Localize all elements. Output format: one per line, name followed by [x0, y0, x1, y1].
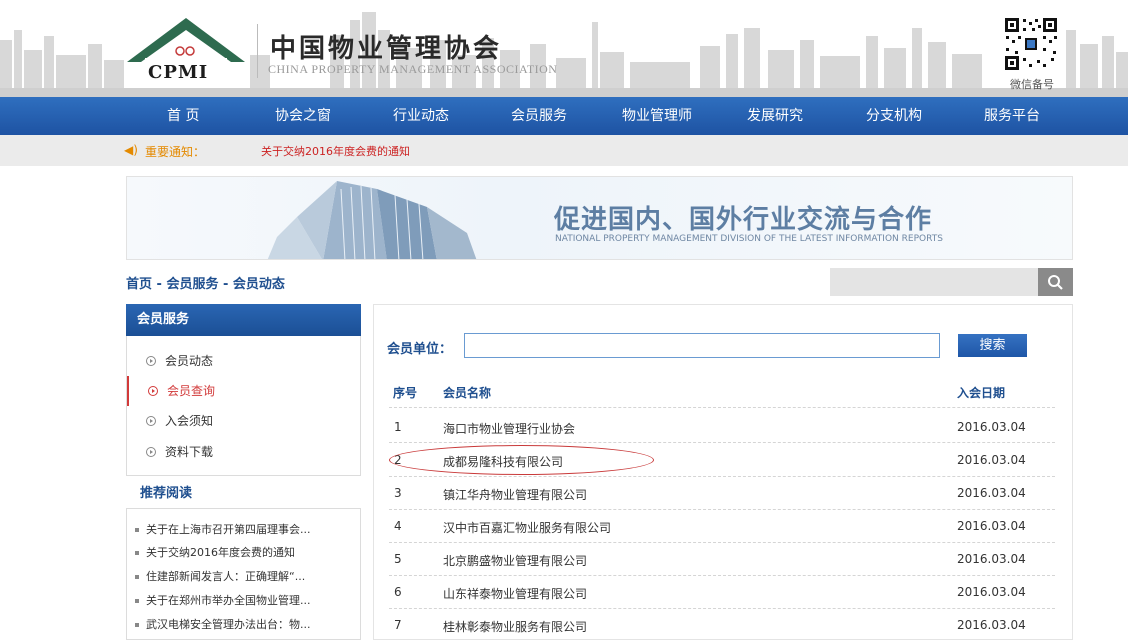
row-divider [389, 442, 1055, 443]
row-divider [389, 542, 1055, 543]
sidebar-item-member-search[interactable]: 会员查询 [127, 376, 360, 406]
nav-item-member-services[interactable]: 会员服务 [511, 97, 567, 135]
reading-item[interactable]: 住建部新闻发言人：正确理解“... [135, 568, 305, 584]
site-title: 中国物业管理协会 [270, 34, 503, 64]
reading-item[interactable]: 武汉电梯安全管理办法出台：物... [135, 616, 311, 632]
nav-item-branches[interactable]: 分支机构 [866, 97, 922, 135]
notice-label: 重要通知： [145, 145, 206, 159]
sidebar-item-label: 会员查询 [167, 384, 216, 398]
bullet-icon [135, 599, 139, 603]
bullet-icon [135, 575, 139, 579]
row-no: 6 [394, 585, 402, 599]
row-date: 2016.03.04 [957, 453, 1026, 467]
column-header-name: 会员名称 [443, 386, 492, 400]
breadcrumb[interactable]: 首页 - 会员服务 - 会员动态 [126, 273, 285, 292]
logo-text: CPMI [148, 62, 209, 83]
notice-link[interactable]: 关于交纳2016年度会费的通知 [261, 143, 410, 159]
row-divider [389, 509, 1055, 510]
arrow-circle-icon [148, 386, 158, 396]
reading-item[interactable]: 关于在郑州市举办全国物业管理... [135, 592, 311, 608]
row-date: 2016.03.04 [957, 420, 1026, 434]
row-name[interactable]: 海口市物业管理行业协会 [443, 420, 575, 437]
row-no: 1 [394, 420, 402, 434]
site-search-input[interactable] [830, 268, 1038, 296]
site-header: CPMI 中国物业管理协会 CHINA PROPERTY MANAGEMENT … [0, 0, 1128, 97]
header-divider [257, 24, 258, 78]
banner: 促进国内、国外行业交流与合作 NATIONAL PROPERTY MANAGEM… [126, 176, 1073, 260]
bullet-icon [135, 551, 139, 555]
row-name[interactable]: 汉中市百嘉汇物业服务有限公司 [443, 519, 611, 536]
row-name[interactable]: 镇江华舟物业管理有限公司 [443, 486, 587, 503]
search-icon [1048, 275, 1063, 290]
site-subtitle: CHINA PROPERTY MANAGEMENT ASSOCIATION [268, 62, 558, 76]
row-name[interactable]: 北京鹏盛物业管理有限公司 [443, 552, 587, 569]
search-button[interactable]: 搜索 [958, 334, 1027, 357]
banner-title: 促进国内、国外行业交流与合作 [554, 205, 933, 235]
sidebar-item-label: 会员动态 [165, 354, 214, 368]
sidebar-item-join-guide[interactable]: 入会须知 [127, 406, 360, 436]
arrow-circle-icon [146, 416, 156, 426]
row-divider [389, 575, 1055, 576]
row-divider [389, 608, 1055, 609]
reading-item[interactable]: 关于交纳2016年度会费的通知 [135, 544, 295, 560]
row-divider [389, 476, 1055, 477]
arrow-circle-icon [146, 356, 156, 366]
nav-item-home[interactable]: 首 页 [167, 97, 199, 135]
row-date: 2016.03.04 [957, 486, 1026, 500]
row-date: 2016.03.04 [957, 552, 1026, 566]
nav-item-research[interactable]: 发展研究 [747, 97, 803, 135]
row-divider [389, 407, 1055, 408]
sidebar-item-downloads[interactable]: 资料下载 [127, 437, 360, 467]
sidebar-item-label: 入会须知 [165, 414, 214, 428]
qr-caption: 微信备号 [1010, 78, 1054, 91]
sidebar-item-label: 资料下载 [165, 445, 214, 459]
nav-item-association[interactable]: 协会之窗 [275, 97, 331, 135]
nav-item-property-manager[interactable]: 物业管理师 [622, 97, 692, 135]
member-search-label: 会员单位： [387, 342, 453, 357]
notice-bar: ◀) 重要通知： 关于交纳2016年度会费的通知 [0, 135, 1128, 166]
arrow-circle-icon [146, 447, 156, 457]
reading-item[interactable]: 关于在上海市召开第四届理事会... [135, 521, 311, 537]
row-no: 7 [394, 618, 402, 632]
column-header-no: 序号 [393, 386, 418, 400]
bullet-icon [135, 528, 139, 532]
main-nav: 首 页 协会之窗 行业动态 会员服务 物业管理师 发展研究 分支机构 服务平台 [0, 97, 1128, 135]
qr-code-icon [1003, 16, 1059, 72]
row-name[interactable]: 山东祥泰物业管理有限公司 [443, 585, 587, 602]
site-search-button[interactable] [1038, 268, 1073, 296]
sidebar-item-member-news[interactable]: 会员动态 [127, 346, 360, 376]
nav-item-industry-news[interactable]: 行业动态 [393, 97, 449, 135]
sidebar-title: 会员服务 [126, 304, 361, 336]
nav-item-service-platform[interactable]: 服务平台 [984, 97, 1040, 135]
banner-subtitle: NATIONAL PROPERTY MANAGEMENT DIVISION OF… [555, 234, 943, 244]
row-date: 2016.03.04 [957, 585, 1026, 599]
recommended-reading-list: 关于在上海市召开第四届理事会... 关于交纳2016年度会费的通知 住建部新闻发… [126, 508, 361, 640]
bullet-icon [135, 623, 139, 627]
row-name[interactable]: 桂林彰泰物业服务有限公司 [443, 618, 587, 635]
member-search-input[interactable] [464, 333, 940, 358]
column-header-date: 入会日期 [957, 386, 1006, 400]
recommended-reading-title: 推荐阅读 [140, 486, 193, 501]
row-date: 2016.03.04 [957, 519, 1026, 533]
highlight-ellipse [389, 445, 654, 475]
row-date: 2016.03.04 [957, 618, 1026, 632]
row-no: 4 [394, 519, 402, 533]
sidebar-menu: 会员动态 会员查询 入会须知 资料下载 [126, 336, 361, 476]
speaker-icon: ◀) [124, 143, 138, 157]
row-no: 3 [394, 486, 402, 500]
row-no: 5 [394, 552, 402, 566]
skyscraper-graphic [267, 181, 477, 259]
